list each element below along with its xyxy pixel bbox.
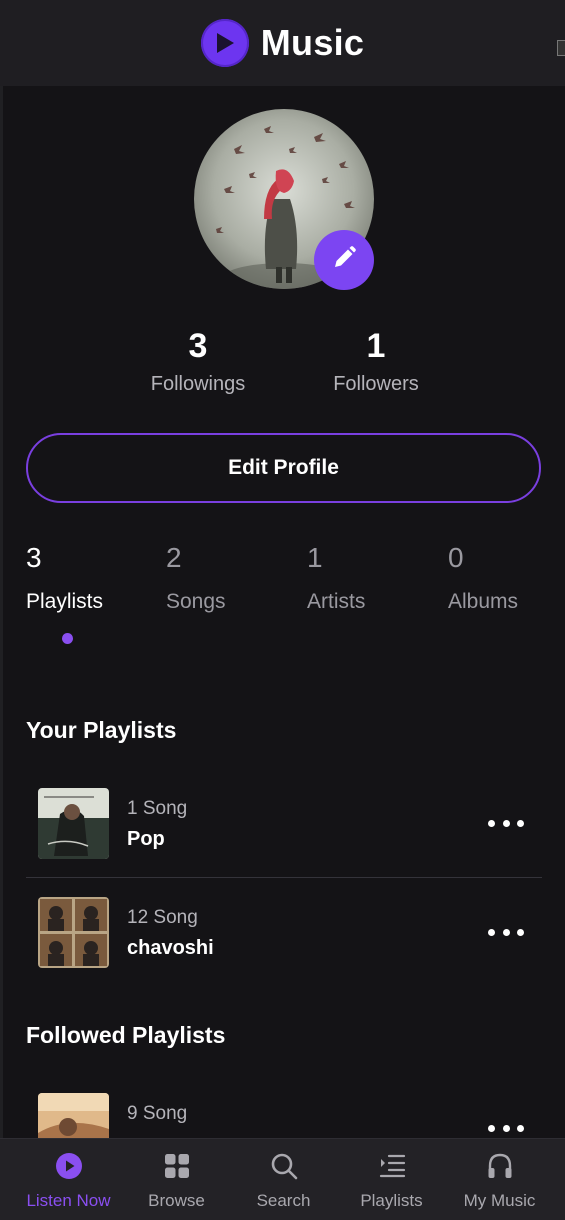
dot-icon	[517, 928, 524, 936]
dot-icon	[488, 819, 495, 827]
playlist-cover	[38, 788, 109, 859]
tab-count: 0	[448, 542, 464, 573]
nav-label: Playlists	[360, 1191, 423, 1210]
dot-icon	[502, 1124, 510, 1132]
bottom-navigation: Listen Now Browse Search Playlists My Mu…	[0, 1138, 565, 1220]
followers-label: Followers	[333, 373, 419, 395]
dot-icon	[502, 928, 510, 936]
nav-listen-now[interactable]: Listen Now	[12, 1139, 125, 1220]
side-edge	[0, 86, 3, 1138]
playlist-icon	[377, 1151, 407, 1181]
tab-label: Playlists	[26, 590, 104, 613]
edge-handle	[557, 40, 565, 56]
tab-albums[interactable]: 0 Albums	[448, 540, 518, 617]
tab-label: Albums	[448, 590, 519, 613]
tab-count: 2	[166, 542, 182, 573]
dot-icon	[502, 819, 510, 827]
dot-icon	[488, 1124, 495, 1132]
divider	[26, 877, 542, 878]
nav-label: Browse	[148, 1191, 205, 1210]
search-icon	[269, 1151, 299, 1181]
nav-label: Listen Now	[26, 1191, 111, 1210]
followed-playlists-title: Followed Playlists	[26, 1022, 226, 1048]
nav-browse[interactable]: Browse	[120, 1139, 233, 1220]
app-title: Music	[260, 22, 365, 63]
followings-count: 3	[188, 327, 208, 365]
more-options-button[interactable]	[488, 1123, 524, 1133]
edit-profile-button[interactable]: Edit Profile	[26, 433, 541, 503]
your-playlists-title: Your Playlists	[26, 717, 177, 743]
play-circle-icon	[200, 19, 249, 67]
tab-count: 3	[26, 542, 42, 573]
playlist-row[interactable]: 1 Song Pop	[26, 770, 542, 878]
profile-stats: 3 Followings 1 Followers	[0, 325, 565, 405]
tab-label: Artists	[307, 590, 366, 613]
followings-label: Followings	[150, 373, 246, 395]
tab-artists[interactable]: 1 Artists	[307, 540, 365, 617]
playlist-song-count: 12 Song	[127, 907, 198, 928]
dot-icon	[517, 819, 524, 827]
nav-my-music[interactable]: My Music	[443, 1139, 556, 1220]
headphones-icon	[485, 1151, 515, 1181]
play-circle-icon	[54, 1151, 84, 1181]
dot-icon	[517, 1124, 524, 1132]
more-options-button[interactable]	[488, 927, 524, 937]
followings-stat[interactable]: 3 Followings	[118, 325, 278, 399]
pencil-icon	[331, 245, 357, 276]
nav-search[interactable]: Search	[227, 1139, 340, 1220]
dot-icon	[488, 928, 495, 936]
brand[interactable]: Music	[200, 19, 365, 67]
grid-icon	[162, 1151, 192, 1181]
nav-playlists[interactable]: Playlists	[335, 1139, 448, 1220]
playlist-row[interactable]: 12 Song chavoshi	[26, 879, 542, 987]
nav-label: Search	[256, 1191, 311, 1210]
more-options-button[interactable]	[488, 818, 524, 828]
playlist-cover	[38, 897, 109, 968]
tab-playlists[interactable]: 3 Playlists	[26, 540, 103, 617]
nav-label: My Music	[463, 1191, 536, 1210]
playlist-name: Pop	[127, 828, 165, 850]
playlist-song-count: 1 Song	[127, 798, 188, 819]
profile-avatar-container	[194, 109, 374, 290]
playlist-song-count: 9 Song	[127, 1103, 188, 1124]
playlist-name: chavoshi	[127, 937, 214, 959]
app-header: Music	[0, 0, 565, 86]
followers-count: 1	[366, 327, 386, 365]
followers-stat[interactable]: 1 Followers	[296, 325, 456, 399]
edit-avatar-button[interactable]	[314, 230, 374, 290]
tab-label: Songs	[166, 590, 226, 613]
tab-songs[interactable]: 2 Songs	[166, 540, 226, 617]
tab-count: 1	[307, 542, 323, 573]
active-tab-indicator	[62, 633, 73, 644]
